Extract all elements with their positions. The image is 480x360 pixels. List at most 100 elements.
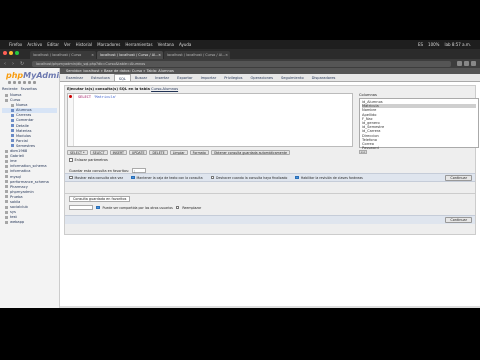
tree-item[interactable]: webapp — [2, 220, 57, 225]
close-tab-icon[interactable]: × — [225, 51, 228, 59]
bind-params-row: Enlazar parámetros — [69, 158, 108, 162]
bookmark-select[interactable] — [69, 205, 93, 210]
bookmark-tab[interactable]: Consulta guardada en favoritos — [69, 196, 131, 202]
console-bar — [60, 306, 480, 308]
window-maximize-dot[interactable] — [15, 51, 19, 55]
tab-examinar[interactable]: Examinar — [62, 74, 87, 81]
browser-tab[interactable]: localhost / localhost / Curso × — [30, 51, 96, 59]
tree-item-label: Semestres — [16, 143, 35, 148]
docs-icon[interactable] — [23, 81, 26, 84]
sql-editor[interactable]: SELECT 'Matricula' — [67, 93, 353, 147]
browser-tab[interactable]: localhost / localhost / Curso / Al... × — [164, 51, 230, 59]
insert-column-button[interactable]: << — [359, 150, 367, 154]
tab-importar[interactable]: Importar — [197, 74, 221, 81]
option-label: Mostrar esta consulta otra vez — [74, 175, 124, 180]
tree-item-label: Curso — [10, 98, 21, 103]
tree-item-label: performance_schema — [10, 179, 49, 184]
reload-icon[interactable] — [33, 81, 36, 84]
mac-menu-item[interactable]: Archivo — [27, 42, 42, 47]
tab-estructura[interactable]: Estructura — [87, 74, 114, 81]
option-checkbox[interactable] — [210, 175, 215, 180]
database-icon — [5, 185, 8, 189]
tree-item-label: Detalle — [16, 123, 29, 128]
tab-seguimiento[interactable]: Seguimiento — [277, 74, 308, 81]
option-checkbox[interactable] — [295, 175, 299, 180]
screen: Firefox Archivo Editar Ver Historial Marcador… — [0, 40, 480, 308]
replace-checkbox[interactable] — [175, 205, 180, 210]
tab-exportar[interactable]: Exportar — [173, 74, 196, 81]
tab-disparadores[interactable]: Disparadores — [308, 74, 340, 81]
table-link[interactable]: Curso.Alumnos — [151, 87, 178, 91]
mac-menu-item[interactable]: Editar — [47, 42, 59, 47]
settings-icon[interactable] — [28, 81, 31, 84]
query-button[interactable]: Formato — [189, 150, 209, 155]
database-icon — [5, 93, 8, 97]
query-button[interactable]: DELETE — [149, 150, 168, 155]
tree-item-label: Gabrieli — [10, 154, 24, 159]
home-icon[interactable] — [8, 81, 11, 84]
query-buttons: SELECT * SELECT INSERT UPDATE DELETE Limpiar F… — [67, 150, 290, 155]
mac-menu-item[interactable]: Ayuda — [179, 42, 191, 47]
query-button[interactable]: Limpiar — [169, 150, 188, 155]
tab-operaciones[interactable]: Operaciones — [246, 74, 277, 81]
query-button[interactable]: INSERT — [109, 150, 127, 155]
bind-params-checkbox[interactable] — [69, 158, 73, 162]
database-tree: Nueva Curso Nueva Alumnos Carreras Comentar De… — [2, 93, 57, 225]
tab-insertar[interactable]: Insertar — [151, 74, 173, 81]
table-icon — [11, 124, 14, 128]
tree-item-label: socialclub — [10, 205, 28, 210]
query-button[interactable]: SELECT * — [67, 150, 88, 155]
mac-menu-item[interactable]: Ver — [64, 42, 71, 47]
close-tab-icon[interactable]: × — [158, 51, 161, 59]
editor-gutter — [68, 94, 74, 146]
database-icon — [5, 175, 8, 178]
browser-tab-label: localhost / localhost / Curso / Al... — [167, 53, 226, 57]
forward-icon[interactable]: › — [12, 61, 20, 67]
mac-menu-item[interactable]: Firefox — [9, 42, 22, 47]
option-checkbox[interactable] — [69, 175, 73, 180]
query-button[interactable]: UPDATE — [128, 150, 148, 155]
columns-list[interactable]: id_Alumnos Matricula Nombre Apellido F_Nac id… — [359, 98, 479, 150]
shared-checkbox[interactable] — [96, 205, 100, 210]
column-option[interactable]: Password — [362, 146, 476, 150]
browser-tab[interactable]: localhost / localhost / Curso / Al... × — [97, 51, 163, 59]
table-icon — [11, 134, 14, 138]
reload-icon[interactable]: ↻ — [20, 61, 28, 67]
sidebar-tab[interactable]: Favoritas — [21, 87, 37, 91]
window-minimize-dot[interactable] — [9, 51, 13, 55]
database-icon — [5, 195, 8, 199]
bookmark-continue-button[interactable]: Continuar — [445, 217, 472, 223]
logout-icon[interactable] — [13, 81, 16, 84]
option-checkbox[interactable] — [131, 175, 135, 180]
query-button[interactable]: Obtener consulta guardada automáticament… — [210, 150, 290, 155]
tree-item-label: Modulos — [16, 133, 31, 138]
top-menu-tabs: Examinar Estructura SQL Buscar Insertar Expor… — [60, 74, 480, 82]
tab-privilegios[interactable]: Privilegios — [220, 74, 246, 81]
menu-icon[interactable] — [471, 61, 476, 66]
tab-sql[interactable]: SQL — [113, 74, 131, 81]
mac-menu-item[interactable]: Marcadores — [97, 42, 120, 47]
tree-item-label: information_schema — [10, 164, 47, 169]
continue-button[interactable]: Continuar — [445, 174, 472, 181]
sidebar-tabs: Reciente Favoritas — [2, 87, 57, 91]
main-panel: Servidor: localhost » Base de datos: Cur… — [60, 68, 480, 308]
extension-icon[interactable] — [464, 61, 469, 66]
help-icon[interactable] — [18, 81, 21, 84]
sql-options-bar: Mostrar esta consulta otra vez Mantener l… — [65, 173, 475, 182]
mac-menu-item[interactable]: Historial — [76, 42, 93, 47]
tab-buscar[interactable]: Buscar — [131, 74, 151, 81]
database-icon — [5, 164, 8, 168]
mac-menu-item[interactable]: Herramientas — [125, 42, 152, 47]
window-close-dot[interactable] — [3, 51, 7, 55]
back-icon[interactable]: ‹ — [4, 61, 12, 67]
sidebar-tab[interactable]: Reciente — [2, 87, 18, 91]
database-icon — [5, 220, 8, 224]
query-button[interactable]: SELECT — [89, 150, 108, 155]
phpmyadmin-logo[interactable]: phpMyAdmin — [2, 70, 65, 81]
tree-item-label: phpmyadmin — [10, 189, 34, 194]
sql-code[interactable]: SELECT 'Matricula' — [78, 95, 117, 99]
mac-menu-item[interactable]: Ventana — [158, 42, 174, 47]
url-input[interactable]: localhost/phpmyadmin/db_sql.php?db=Curso… — [32, 60, 451, 67]
extension-icon[interactable] — [457, 61, 462, 66]
close-tab-icon[interactable]: × — [91, 51, 94, 59]
